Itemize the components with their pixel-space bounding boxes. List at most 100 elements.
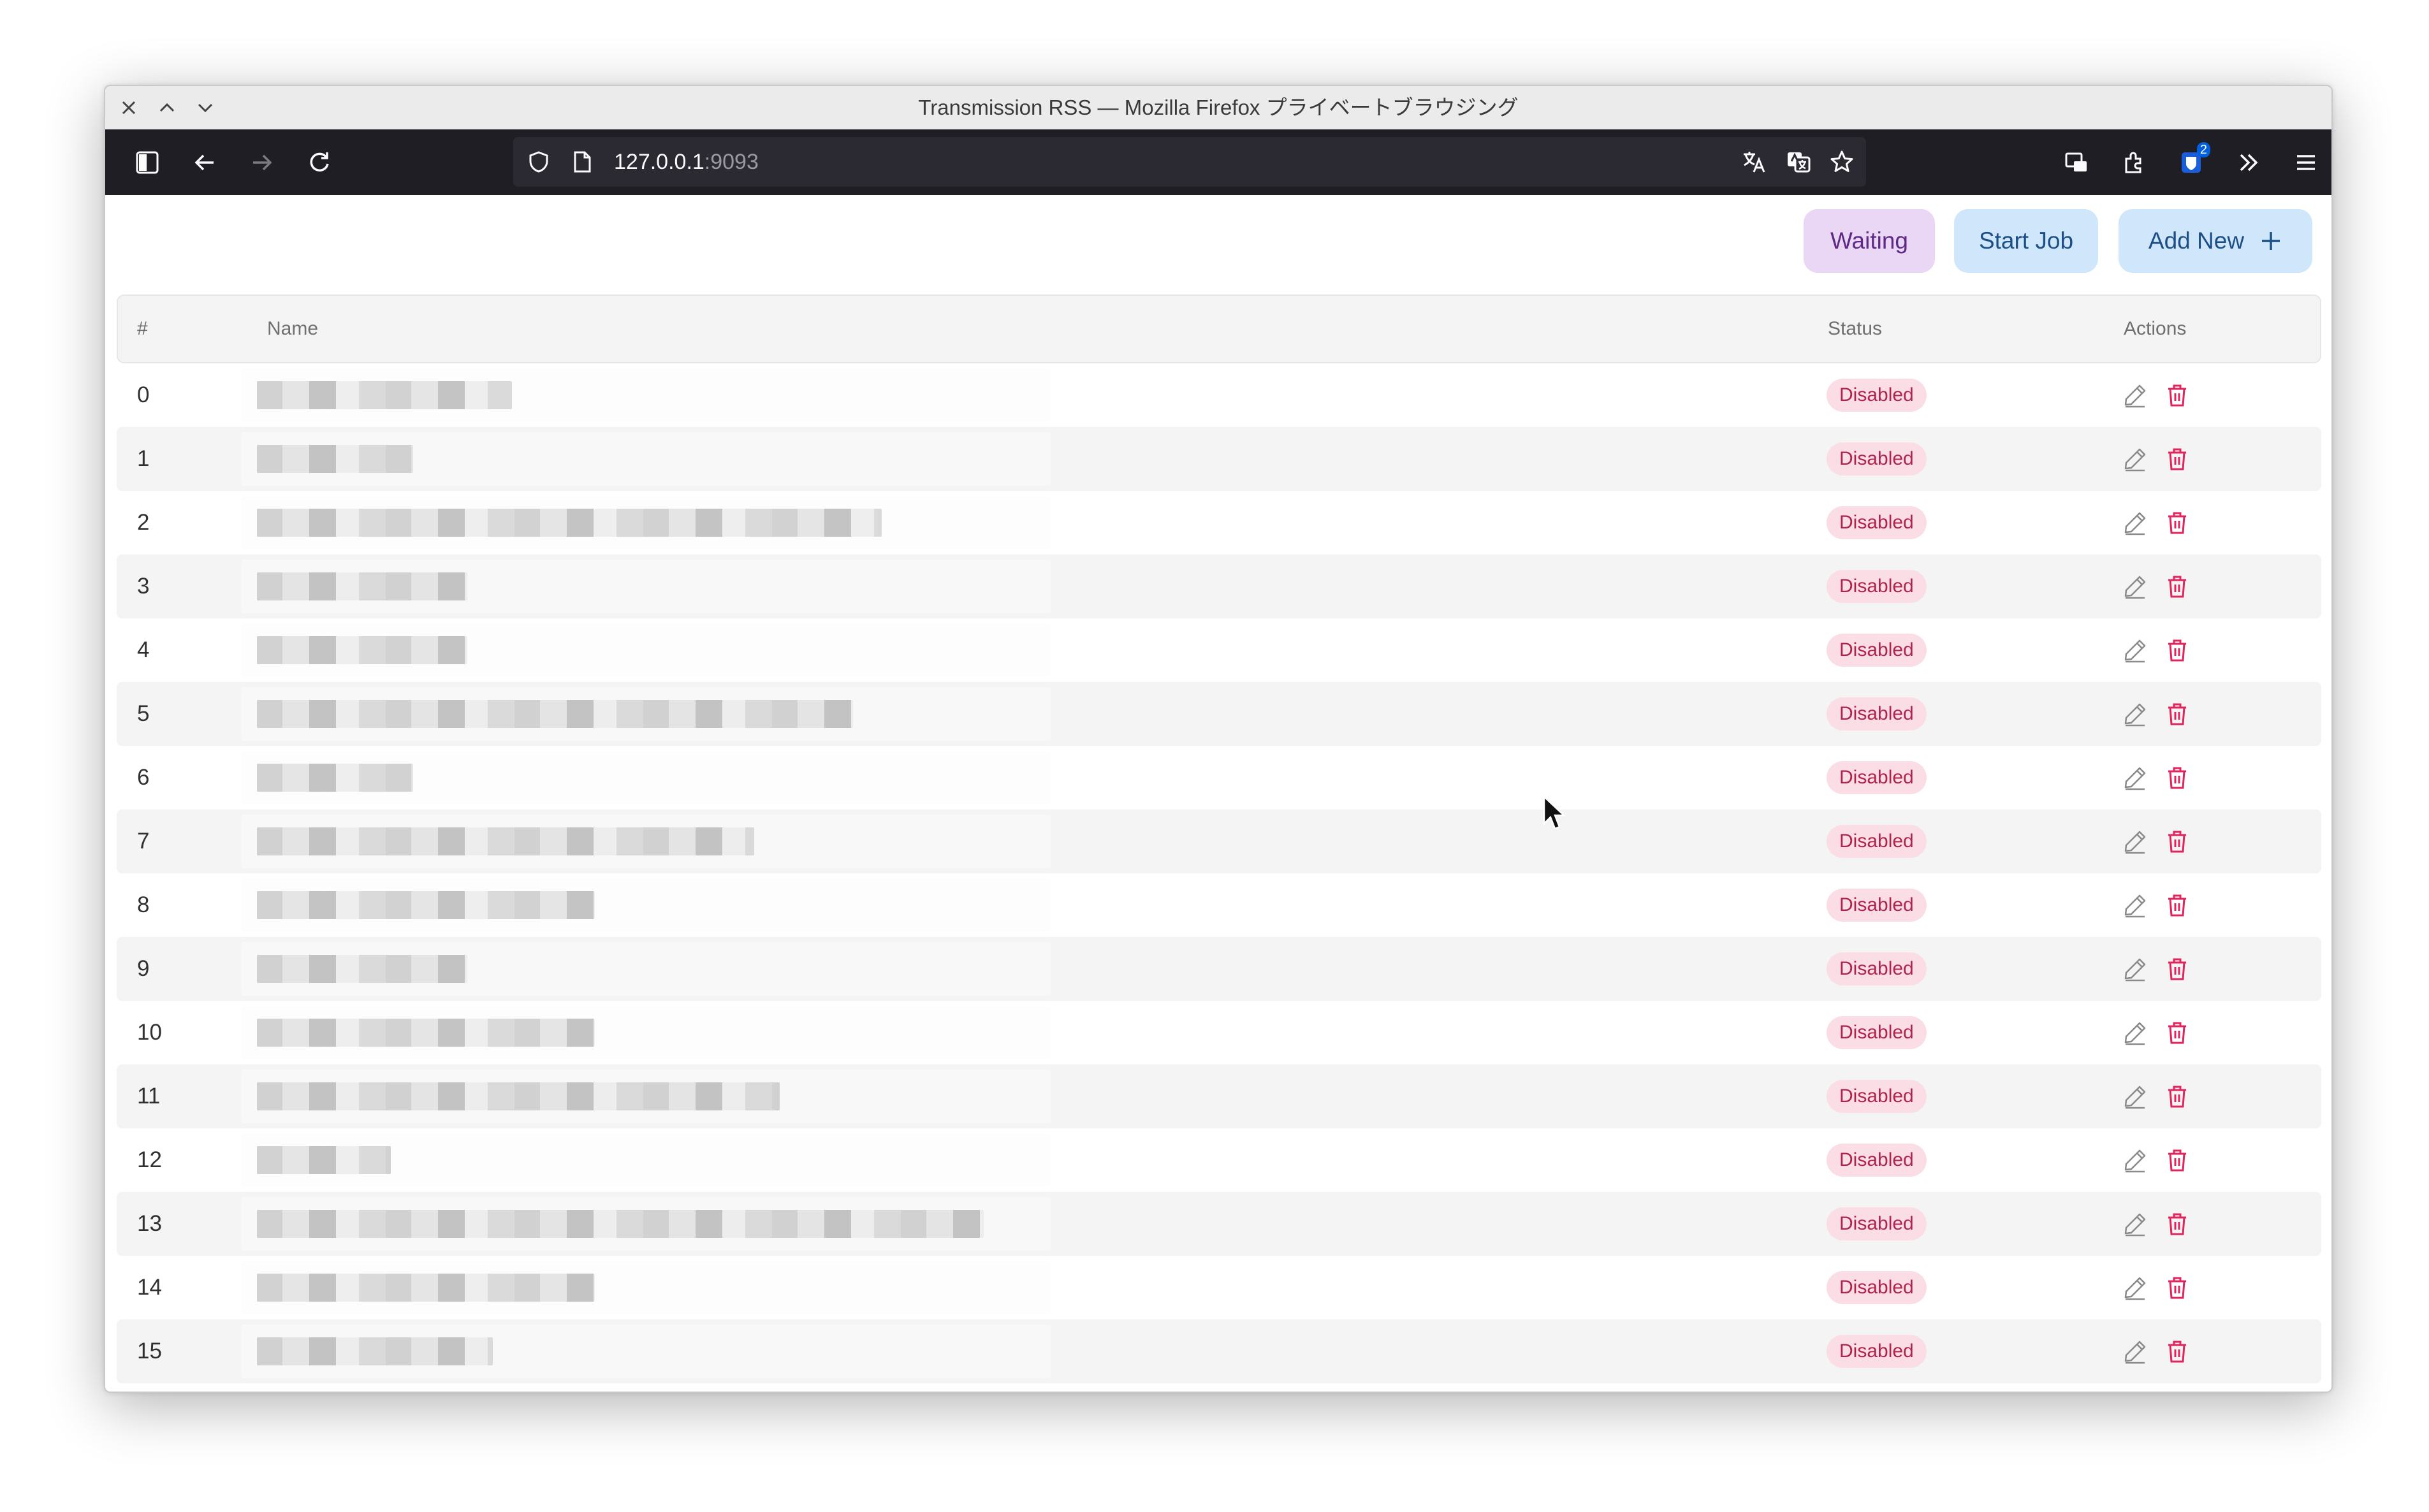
- column-header-actions: Actions: [2124, 318, 2187, 339]
- edit-pencil-icon[interactable]: [2120, 444, 2150, 474]
- status-badge[interactable]: Disabled: [1827, 1335, 1927, 1368]
- page-info-icon[interactable]: [565, 145, 599, 178]
- hamburger-menu-icon[interactable]: [2288, 145, 2324, 180]
- url-bar[interactable]: 127.0.0.1:9093: [513, 137, 1866, 187]
- delete-trash-icon[interactable]: [2162, 826, 2192, 857]
- add-new-label: Add New: [2148, 228, 2245, 254]
- edit-pencil-icon[interactable]: [2120, 954, 2150, 984]
- row-index: 13: [137, 1211, 162, 1236]
- plus-icon: [2262, 232, 2280, 250]
- edit-pencil-icon[interactable]: [2120, 826, 2150, 857]
- edit-pencil-icon[interactable]: [2120, 1272, 2150, 1303]
- delete-trash-icon[interactable]: [2162, 571, 2192, 602]
- row-index: 14: [137, 1275, 162, 1300]
- status-badge[interactable]: Disabled: [1827, 697, 1927, 731]
- translate-icon[interactable]: [1737, 145, 1770, 178]
- redacted-name-pixelation: [257, 700, 853, 728]
- edit-pencil-icon[interactable]: [2120, 1336, 2150, 1367]
- status-badge[interactable]: Disabled: [1827, 1080, 1927, 1113]
- status-badge[interactable]: Disabled: [1827, 570, 1927, 603]
- redacted-name-pixelation: [257, 1019, 595, 1047]
- table-row: 4 Disabled: [117, 618, 2321, 682]
- row-index: 5: [137, 701, 150, 726]
- column-header-status[interactable]: Status: [1828, 296, 1882, 362]
- add-new-button[interactable]: Add New: [2119, 209, 2312, 273]
- redacted-name-pixelation: [257, 827, 754, 855]
- edit-pencil-icon[interactable]: [2120, 890, 2150, 920]
- redacted-name-pixelation: [257, 1210, 984, 1238]
- delete-trash-icon[interactable]: [2162, 1017, 2192, 1048]
- edit-pencil-icon[interactable]: [2120, 1209, 2150, 1239]
- reload-icon[interactable]: [302, 145, 337, 180]
- delete-trash-icon[interactable]: [2162, 890, 2192, 920]
- edit-pencil-icon[interactable]: [2120, 571, 2150, 602]
- delete-trash-icon[interactable]: [2162, 635, 2192, 665]
- edit-pencil-icon[interactable]: [2120, 1081, 2150, 1112]
- row-index: 4: [137, 637, 150, 662]
- delete-trash-icon[interactable]: [2162, 954, 2192, 984]
- status-badge[interactable]: Disabled: [1827, 761, 1927, 794]
- forward-arrow-icon[interactable]: [244, 145, 280, 180]
- status-badge[interactable]: Disabled: [1827, 634, 1927, 667]
- status-badge[interactable]: Disabled: [1827, 442, 1927, 476]
- table-row: 5 Disabled: [117, 682, 2321, 746]
- start-job-button[interactable]: Start Job: [1954, 209, 2098, 273]
- delete-trash-icon[interactable]: [2162, 1081, 2192, 1112]
- status-badge[interactable]: Disabled: [1827, 1144, 1927, 1177]
- table-header: # Name Status Actions: [117, 294, 2321, 363]
- status-badge[interactable]: Disabled: [1827, 952, 1927, 985]
- tracking-shield-icon[interactable]: [522, 145, 555, 178]
- extensions-puzzle-icon[interactable]: [2116, 145, 2152, 180]
- row-index: 12: [137, 1147, 162, 1172]
- delete-trash-icon[interactable]: [2162, 762, 2192, 793]
- table-row: 3 Disabled: [117, 555, 2321, 618]
- table-row: 6 Disabled: [117, 746, 2321, 810]
- edit-pencil-icon[interactable]: [2120, 507, 2150, 538]
- status-badge[interactable]: Disabled: [1827, 825, 1927, 858]
- edit-pencil-icon[interactable]: [2120, 762, 2150, 793]
- table-row: 0 Disabled: [117, 363, 2321, 427]
- screenshot-icon[interactable]: [2059, 145, 2094, 180]
- status-badge[interactable]: Disabled: [1827, 1207, 1927, 1240]
- delete-trash-icon[interactable]: [2162, 1209, 2192, 1239]
- delete-trash-icon[interactable]: [2162, 1272, 2192, 1303]
- password-manager-extension-icon[interactable]: 2: [2173, 142, 2210, 180]
- page-translate-icon[interactable]: [1782, 145, 1815, 178]
- edit-pencil-icon[interactable]: [2120, 1017, 2150, 1048]
- redacted-name-pixelation: [257, 381, 512, 409]
- redacted-name-pixelation: [257, 509, 882, 537]
- status-badge[interactable]: Disabled: [1827, 1016, 1927, 1049]
- redacted-name-pixelation: [257, 572, 467, 600]
- redacted-name-pixelation: [257, 445, 413, 473]
- delete-trash-icon[interactable]: [2162, 507, 2192, 538]
- delete-trash-icon[interactable]: [2162, 1336, 2192, 1367]
- redacted-name-pixelation: [257, 1082, 780, 1110]
- row-index: 1: [137, 446, 150, 471]
- table-row: 7 Disabled: [117, 810, 2321, 873]
- sidebar-toggle-icon[interactable]: [129, 145, 165, 180]
- status-badge[interactable]: Disabled: [1827, 506, 1927, 539]
- back-arrow-icon[interactable]: [187, 145, 222, 180]
- edit-pencil-icon[interactable]: [2120, 1145, 2150, 1175]
- status-badge[interactable]: Disabled: [1827, 889, 1927, 922]
- more-tools-chevron-icon[interactable]: [2231, 145, 2266, 180]
- url-port: :9093: [704, 150, 759, 174]
- status-badge[interactable]: Disabled: [1827, 379, 1927, 412]
- edit-pencil-icon[interactable]: [2120, 380, 2150, 411]
- status-badge[interactable]: Disabled: [1827, 1271, 1927, 1304]
- delete-trash-icon[interactable]: [2162, 380, 2192, 411]
- delete-trash-icon[interactable]: [2162, 1145, 2192, 1175]
- table-row: 10 Disabled: [117, 1001, 2321, 1065]
- column-header-name[interactable]: Name: [267, 296, 318, 362]
- browser-toolbar: 127.0.0.1:9093 2: [105, 129, 2331, 195]
- url-text[interactable]: 127.0.0.1:9093: [614, 137, 759, 187]
- bookmark-star-icon[interactable]: [1825, 145, 1858, 178]
- waiting-button[interactable]: Waiting: [1804, 209, 1935, 273]
- delete-trash-icon[interactable]: [2162, 699, 2192, 729]
- row-index: 2: [137, 510, 150, 535]
- browser-window: Transmission RSS — Mozilla Firefox プライベー…: [104, 85, 2333, 1393]
- delete-trash-icon[interactable]: [2162, 444, 2192, 474]
- edit-pencil-icon[interactable]: [2120, 635, 2150, 665]
- table-row: 9 Disabled: [117, 937, 2321, 1001]
- edit-pencil-icon[interactable]: [2120, 699, 2150, 729]
